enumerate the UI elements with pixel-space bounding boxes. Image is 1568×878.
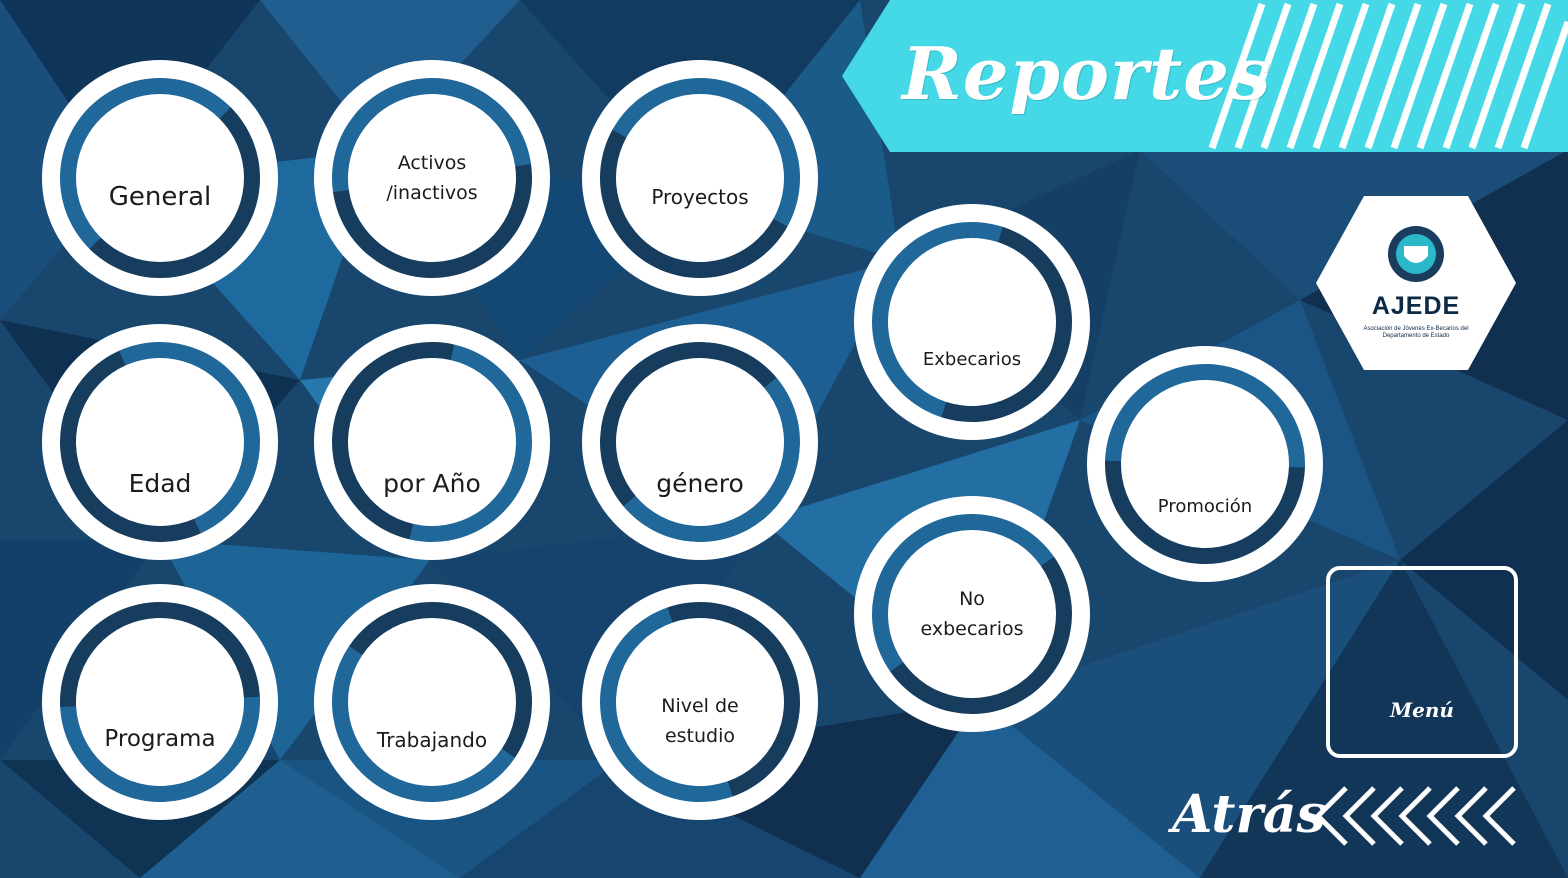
report-button-no-exbecarios[interactable]: No exbecarios [854, 496, 1090, 732]
report-button-activos-inactivos[interactable]: Activos/inactivos [291, 37, 573, 319]
report-button-label-line: Programa [104, 726, 216, 752]
report-button-label-line: Promoción [1157, 496, 1253, 517]
page-header-banner: Reportes [842, 0, 1568, 152]
logo-subtitle: Asociación de Jóvenes Ex-Becarios del De… [1363, 326, 1469, 339]
report-button-trabajando[interactable]: Trabajando [314, 584, 550, 820]
report-button-label: General [42, 176, 278, 218]
report-button-label-line: General [108, 182, 212, 212]
back-button[interactable]: Atrás [1172, 776, 1524, 856]
menu-button[interactable]: Menú [1326, 566, 1518, 758]
report-button-label-line: exbecarios [920, 618, 1024, 640]
report-button-promoción[interactable]: Promoción [1063, 322, 1347, 606]
report-button-label: género [582, 464, 818, 504]
report-button-label: Activos/inactivos [314, 148, 550, 208]
report-button-label-line: Trabajando [376, 728, 488, 752]
report-button-label-line: por Año [383, 469, 481, 498]
logo-hexagon [1316, 196, 1516, 370]
back-button-label: Atrás [1172, 784, 1326, 845]
menu-button-label: Menú [1390, 698, 1454, 722]
report-button-programa[interactable]: Programa [18, 560, 302, 844]
report-button-label: Programa [42, 721, 278, 758]
report-button-label: Nivel de estudio [582, 691, 818, 751]
report-button-ring [591, 333, 809, 551]
report-button-exbecarios[interactable]: Exbecarios [837, 187, 1107, 457]
ajede-logo: AJEDE Asociación de Jóvenes Ex-Becarios … [1316, 196, 1516, 370]
report-button-general[interactable]: General [42, 60, 278, 296]
report-button-label-line: género [656, 469, 744, 498]
report-button-label: Edad [42, 464, 278, 504]
chevron-left-icon [1314, 786, 1516, 846]
report-button-label-line: Nivel de [661, 695, 739, 717]
report-button-label: Proyectos [582, 181, 818, 213]
report-button-género[interactable]: género [582, 324, 818, 560]
report-button-label: No exbecarios [854, 584, 1090, 644]
report-button-label: Exbecarios [854, 345, 1090, 374]
report-button-label: Trabajando [314, 724, 550, 756]
report-button-proyectos[interactable]: Proyectos [576, 54, 824, 302]
report-button-edad[interactable]: Edad [30, 312, 290, 572]
report-button-label-line: Exbecarios [922, 349, 1022, 370]
report-button-label: por Año [314, 464, 550, 504]
report-button-ring [314, 584, 550, 820]
report-button-por-año[interactable]: por Año [294, 304, 570, 580]
report-button-label-line: /inactivos [386, 182, 478, 204]
report-button-label-line: Activos [397, 152, 467, 174]
report-button-label: Promoción [1087, 492, 1323, 521]
report-button-label-line: Edad [128, 469, 192, 498]
page-title: Reportes [902, 31, 1272, 116]
logo-name: AJEDE [1371, 292, 1461, 320]
report-button-label-line: Proyectos [651, 185, 749, 209]
report-button-label-line: estudio [664, 725, 736, 747]
report-button-label-line: No [959, 588, 985, 610]
report-button-nivel-de-estudio[interactable]: Nivel de estudio [566, 568, 834, 836]
